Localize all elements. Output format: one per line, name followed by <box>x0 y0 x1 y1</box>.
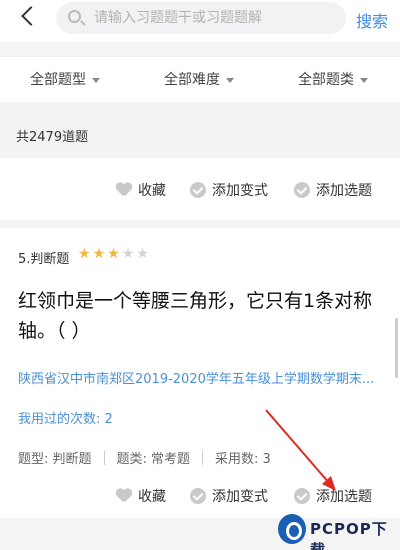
filter-label: 全部题型 <box>30 72 86 88</box>
search-button[interactable]: 搜索 <box>356 8 388 32</box>
question-source-link[interactable]: 陕西省汉中市南郑区2019-2020学年五年级上学期数学期末... <box>18 368 378 387</box>
star-empty-icon: ★ <box>121 246 137 262</box>
meta-category: 题类: 常考题 <box>116 452 191 467</box>
star-filled-icon: ★ <box>107 246 122 262</box>
back-arrow-icon[interactable] <box>18 6 40 30</box>
filter-difficulty[interactable]: 全部难度 <box>164 69 234 89</box>
filter-label: 全部难度 <box>164 72 220 88</box>
heart-icon <box>116 182 132 198</box>
question-count-bar: 共2479道题 <box>0 108 400 158</box>
divider <box>202 451 204 465</box>
top-bar: 搜索 <box>0 0 400 42</box>
meta-adoptions: 采用数: 3 <box>215 452 271 467</box>
card-actions: 收藏 添加变式 添加选题 <box>0 172 400 208</box>
question-meta: 题型: 判断题 题类: 常考题 采用数: 3 <box>18 448 271 467</box>
favorite-button[interactable]: 收藏 <box>116 486 166 506</box>
star-filled-icon: ★ <box>92 246 108 262</box>
filter-label: 全部题类 <box>298 72 354 88</box>
question-card[interactable]: 5.判断题 ★★★★★ 红领巾是一个等腰三角形，它只有1条对称轴。（ ） 陕西省… <box>0 228 400 518</box>
watermark: PCPOP下载 <box>278 512 398 550</box>
check-circle-icon <box>294 182 310 198</box>
heart-icon <box>116 488 132 504</box>
check-circle-icon <box>190 488 206 504</box>
caret-down-icon <box>360 77 368 83</box>
favorite-button[interactable]: 收藏 <box>116 180 166 200</box>
divider <box>103 451 105 465</box>
add-variant-button[interactable]: 添加变式 <box>190 180 268 200</box>
filter-question-category[interactable]: 全部题类 <box>298 69 368 89</box>
question-count: 共2479道题 <box>16 130 89 145</box>
caret-down-icon <box>226 77 234 83</box>
pcpop-logo-icon <box>278 514 306 544</box>
filter-bar: 全部题型 全部难度 全部题类 <box>0 56 400 102</box>
check-circle-icon <box>190 182 206 198</box>
filter-question-type[interactable]: 全部题型 <box>30 69 100 89</box>
difficulty-stars: ★★★★★ <box>78 246 151 262</box>
check-circle-icon <box>294 488 310 504</box>
search-icon <box>68 10 81 23</box>
search-box[interactable] <box>56 2 346 34</box>
add-select-button[interactable]: 添加选题 <box>294 180 372 200</box>
meta-type: 题型: 判断题 <box>18 452 92 467</box>
scrollbar[interactable] <box>395 318 398 378</box>
add-select-button[interactable]: 添加选题 <box>294 486 372 506</box>
question-text: 红领巾是一个等腰三角形，它只有1条对称轴。（ ） <box>18 290 373 342</box>
watermark-brand: PCPOP下载 <box>310 520 388 550</box>
question-card: 收藏 添加变式 添加选题 <box>0 158 400 220</box>
used-count: 我用过的次数: 2 <box>18 412 113 427</box>
card-actions: 收藏 添加变式 添加选题 <box>0 478 400 514</box>
question-type-label: 5.判断题 <box>18 252 70 267</box>
star-empty-icon: ★ <box>136 246 151 262</box>
star-filled-icon: ★ <box>78 246 93 262</box>
search-input[interactable] <box>94 2 339 34</box>
caret-down-icon <box>92 77 100 83</box>
add-variant-button[interactable]: 添加变式 <box>190 486 268 506</box>
